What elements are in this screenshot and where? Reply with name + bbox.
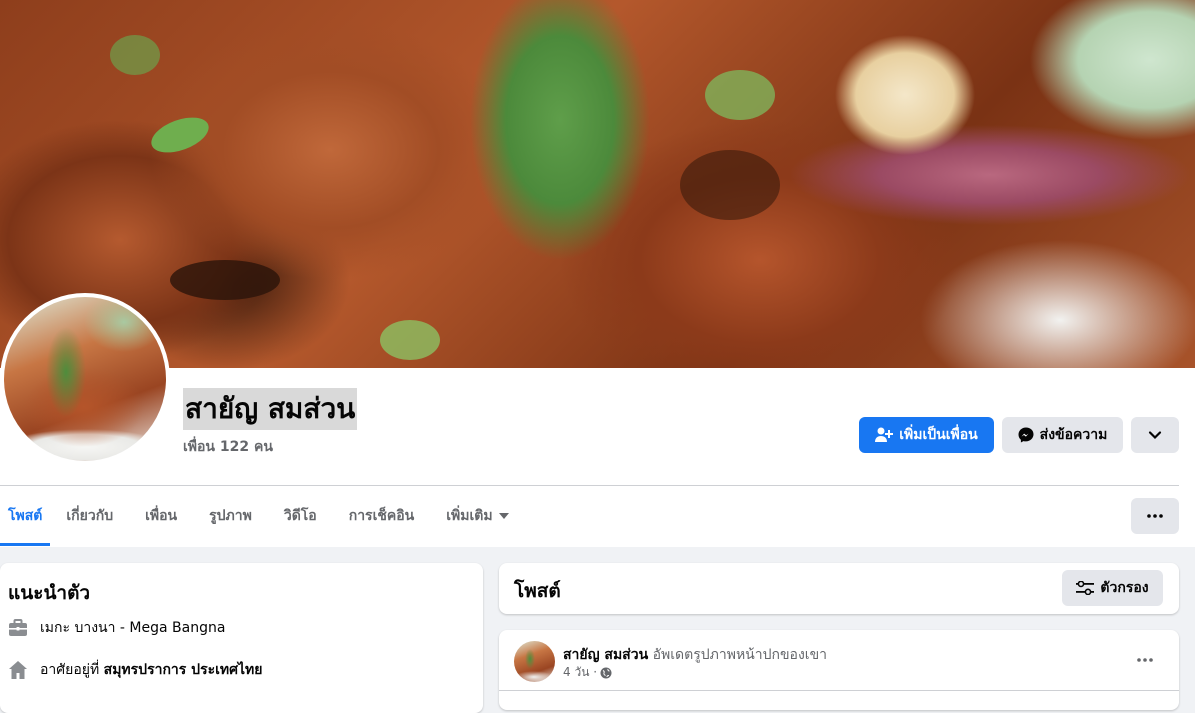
intro-location-place[interactable]: สมุทรปราการ ประเทศไทย: [104, 662, 263, 678]
filter-icon: [1076, 581, 1095, 595]
tab-more[interactable]: เพิ่มเติม: [430, 486, 524, 546]
add-friend-icon: [875, 427, 894, 442]
intro-work: เมกะ บางนา - Mega Bangna: [8, 617, 225, 639]
message-label: ส่งข้อความ: [1039, 427, 1108, 443]
profile-header: สายัญ สมส่วน เพื่อน 122 คน เพิ่มเป็นเพื่…: [0, 0, 1195, 547]
add-friend-button[interactable]: เพิ่มเป็นเพื่อน: [859, 417, 994, 453]
add-friend-label: เพิ่มเป็นเพื่อน: [899, 427, 978, 443]
intro-location: อาศัยอยู่ที่ สมุทรปราการ ประเทศไทย: [8, 659, 262, 681]
chevron-down-icon: [1148, 431, 1162, 440]
post-author-avatar[interactable]: [514, 641, 555, 682]
post-author-name[interactable]: สายัญ สมส่วน: [563, 647, 648, 663]
avatar: [4, 297, 166, 461]
post-time[interactable]: 4 วัน ·: [563, 663, 597, 682]
globe-icon: [600, 667, 612, 678]
intro-work-text[interactable]: เมกะ บางนา - Mega Bangna: [40, 617, 225, 639]
posts-title: โพสต์: [514, 580, 561, 602]
tab-posts[interactable]: โพสต์: [0, 486, 51, 546]
profile-more-button[interactable]: [1131, 417, 1179, 453]
friends-count[interactable]: เพื่อน 122 คน: [183, 436, 273, 458]
profile-tabs: โพสต์ เกี่ยวกับ เพื่อน รูปภาพ วิดีโอ การ…: [0, 486, 525, 546]
briefcase-icon: [8, 618, 28, 638]
tab-videos[interactable]: วิดีโอ: [268, 486, 333, 546]
home-icon: [8, 660, 28, 680]
intro-title: แนะนำตัว: [8, 582, 91, 604]
profile-picture[interactable]: [0, 293, 170, 465]
intro-location-text: อาศัยอยู่ที่ สมุทรปราการ ประเทศไทย: [40, 659, 262, 681]
tab-photos[interactable]: รูปภาพ: [193, 486, 268, 546]
post-meta: 4 วัน ·: [563, 663, 612, 682]
tab-friends[interactable]: เพื่อน: [129, 486, 193, 546]
tab-about[interactable]: เกี่ยวกับ: [50, 486, 129, 546]
post-action-text: อัพเดตรูปภาพหน้าปกของเขา: [652, 647, 828, 663]
tab-checkins[interactable]: การเช็คอิน: [333, 486, 431, 546]
filter-label: ตัวกรอง: [1100, 580, 1149, 596]
post-divider: [499, 690, 1179, 691]
more-dots-icon: [1147, 514, 1163, 518]
message-button[interactable]: ส่งข้อความ: [1002, 417, 1123, 453]
intro-location-prefix: อาศัยอยู่ที่: [40, 662, 100, 678]
more-dots-icon: [1137, 658, 1153, 662]
filter-button[interactable]: ตัวกรอง: [1062, 570, 1163, 606]
cover-photo[interactable]: [0, 0, 1195, 368]
post-options-button[interactable]: [1130, 646, 1160, 674]
tabs-more-options-button[interactable]: [1131, 498, 1179, 534]
profile-name: สายัญ สมส่วน: [183, 388, 358, 430]
caret-down-icon: [498, 513, 509, 519]
messenger-icon: [1018, 427, 1034, 443]
